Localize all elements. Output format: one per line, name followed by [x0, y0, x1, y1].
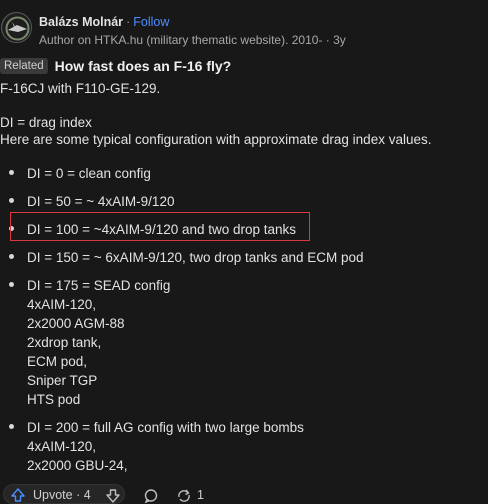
bullet — [9, 170, 14, 175]
list-item-line: 2x2000 GBU-24, — [27, 458, 128, 473]
upvote-icon — [11, 488, 25, 502]
author-name[interactable]: Balázs Molnár — [39, 15, 123, 29]
list-item-line: Sniper TGP — [27, 373, 98, 388]
upvote-count: Upvote · 4 — [33, 488, 91, 502]
share-count: 1 — [197, 488, 204, 502]
list-item-line: 2xdrop tank, — [27, 335, 102, 350]
related-question-row: Related How fast does an F-16 fly? — [0, 58, 231, 74]
answer-line-engine: F-16CJ with F110-GE-129. — [0, 81, 161, 96]
list-item-line: 2x2000 AGM-88 — [27, 316, 125, 331]
bullet — [9, 424, 14, 429]
list-item-line: DI = 175 = SEAD config — [27, 278, 171, 293]
related-question-link[interactable]: How fast does an F-16 fly? — [55, 58, 232, 74]
bullet — [9, 282, 14, 287]
list-item-line: DI = 150 = ~ 6xAIM-9/120, two drop tanks… — [27, 250, 364, 265]
related-badge: Related — [0, 58, 48, 74]
avatar[interactable] — [1, 12, 32, 43]
list-item-line: HTS pod — [27, 392, 81, 407]
comment-icon[interactable] — [143, 488, 159, 504]
list-item-line: DI = 0 = clean config — [27, 166, 151, 181]
list-item-line: 4xAIM-120, — [27, 297, 97, 312]
bullet — [9, 198, 14, 203]
answer-line-intro: Here are some typical configuration with… — [0, 132, 432, 147]
answer-line-di-definition: DI = drag index — [0, 115, 92, 130]
share-icon[interactable] — [176, 488, 192, 504]
highlight-box — [10, 212, 310, 241]
author-credential: Author on HTKA.hu (military thematic web… — [39, 33, 346, 47]
follow-button[interactable]: Follow — [133, 15, 169, 29]
list-item-line: 4xAIM-120, — [27, 439, 97, 454]
bullet — [9, 254, 14, 259]
downvote-icon[interactable] — [106, 489, 120, 503]
upvote-button[interactable]: Upvote · 4 — [3, 484, 125, 504]
author-line: Balázs Molnár · Follow — [39, 15, 169, 30]
separator: · — [126, 15, 131, 29]
list-item-line: DI = 50 = ~ 4xAIM-9/120 — [27, 194, 175, 209]
list-item-line: DI = 200 = full AG config with two large… — [27, 420, 304, 435]
action-bar: Upvote · 4 1 — [0, 484, 488, 504]
avatar-image — [2, 13, 31, 42]
list-item-line: ECM pod, — [27, 354, 88, 369]
